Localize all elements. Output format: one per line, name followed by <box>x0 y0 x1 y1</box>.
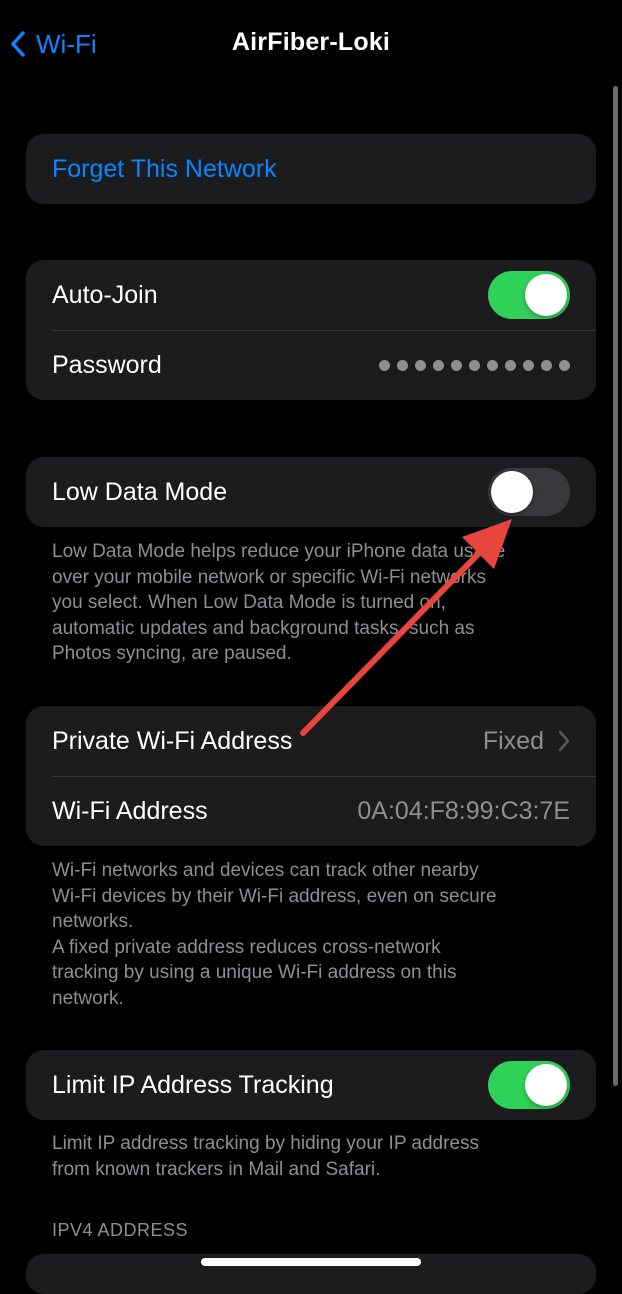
wifi-address-value: 0A:04:F8:99:C3:7E <box>357 796 570 825</box>
navigation-bar: Wi-Fi AirFiber-Loki <box>0 0 622 88</box>
limit-ip-group: Limit IP Address Tracking <box>26 1050 596 1120</box>
password-dot <box>433 359 444 371</box>
password-dot <box>379 359 390 371</box>
limit-ip-tracking-label: Limit IP Address Tracking <box>52 1070 334 1099</box>
low-data-mode-toggle[interactable] <box>488 468 570 516</box>
forget-group: Forget This Network <box>26 134 596 204</box>
wifi-address-row: Wi-Fi Address 0A:04:F8:99:C3:7E <box>26 776 596 846</box>
auto-join-label: Auto-Join <box>52 280 158 309</box>
password-label: Password <box>52 350 162 379</box>
password-dot <box>505 359 516 371</box>
scrollbar[interactable] <box>613 86 618 1086</box>
address-group: Private Wi-Fi Address Fixed Wi-Fi Addres… <box>26 706 596 846</box>
low-data-mode-row: Low Data Mode <box>26 457 596 527</box>
wifi-address-label: Wi-Fi Address <box>52 796 208 825</box>
password-dot <box>451 359 462 371</box>
limit-ip-tracking-row: Limit IP Address Tracking <box>26 1050 596 1120</box>
password-dot <box>523 359 534 371</box>
home-indicator <box>201 1258 421 1266</box>
password-dot <box>487 359 498 371</box>
low-data-group: Low Data Mode <box>26 457 596 527</box>
password-dot <box>541 359 552 371</box>
password-dot <box>469 359 480 371</box>
join-settings-group: Auto-Join Password <box>26 260 596 400</box>
limit-ip-footnote: Limit IP address tracking by hiding your… <box>52 1133 480 1180</box>
forget-network-label: Forget This Network <box>52 154 277 183</box>
forget-network-button[interactable]: Forget This Network <box>26 134 596 204</box>
password-dot <box>559 359 570 371</box>
page-title: AirFiber-Loki <box>231 28 391 56</box>
password-dot <box>415 359 426 371</box>
private-wifi-address-label: Private Wi-Fi Address <box>52 726 293 755</box>
password-masked-value <box>379 359 570 371</box>
auto-join-row: Auto-Join <box>26 260 596 330</box>
wifi-address-footnote: Wi-Fi networks and devices can track oth… <box>52 860 497 1009</box>
limit-ip-tracking-toggle[interactable] <box>488 1061 570 1109</box>
password-row[interactable]: Password <box>26 330 596 400</box>
password-dot <box>397 359 408 371</box>
auto-join-toggle[interactable] <box>488 271 570 319</box>
private-wifi-address-value: Fixed <box>482 726 544 755</box>
low-data-mode-footnote: Low Data Mode helps reduce your iPhone d… <box>52 541 506 664</box>
ipv4-section-header: IPV4 ADDRESS <box>52 1220 189 1240</box>
chevron-right-icon <box>558 730 570 752</box>
private-wifi-address-row[interactable]: Private Wi-Fi Address Fixed <box>26 706 596 776</box>
low-data-mode-label: Low Data Mode <box>52 477 228 506</box>
